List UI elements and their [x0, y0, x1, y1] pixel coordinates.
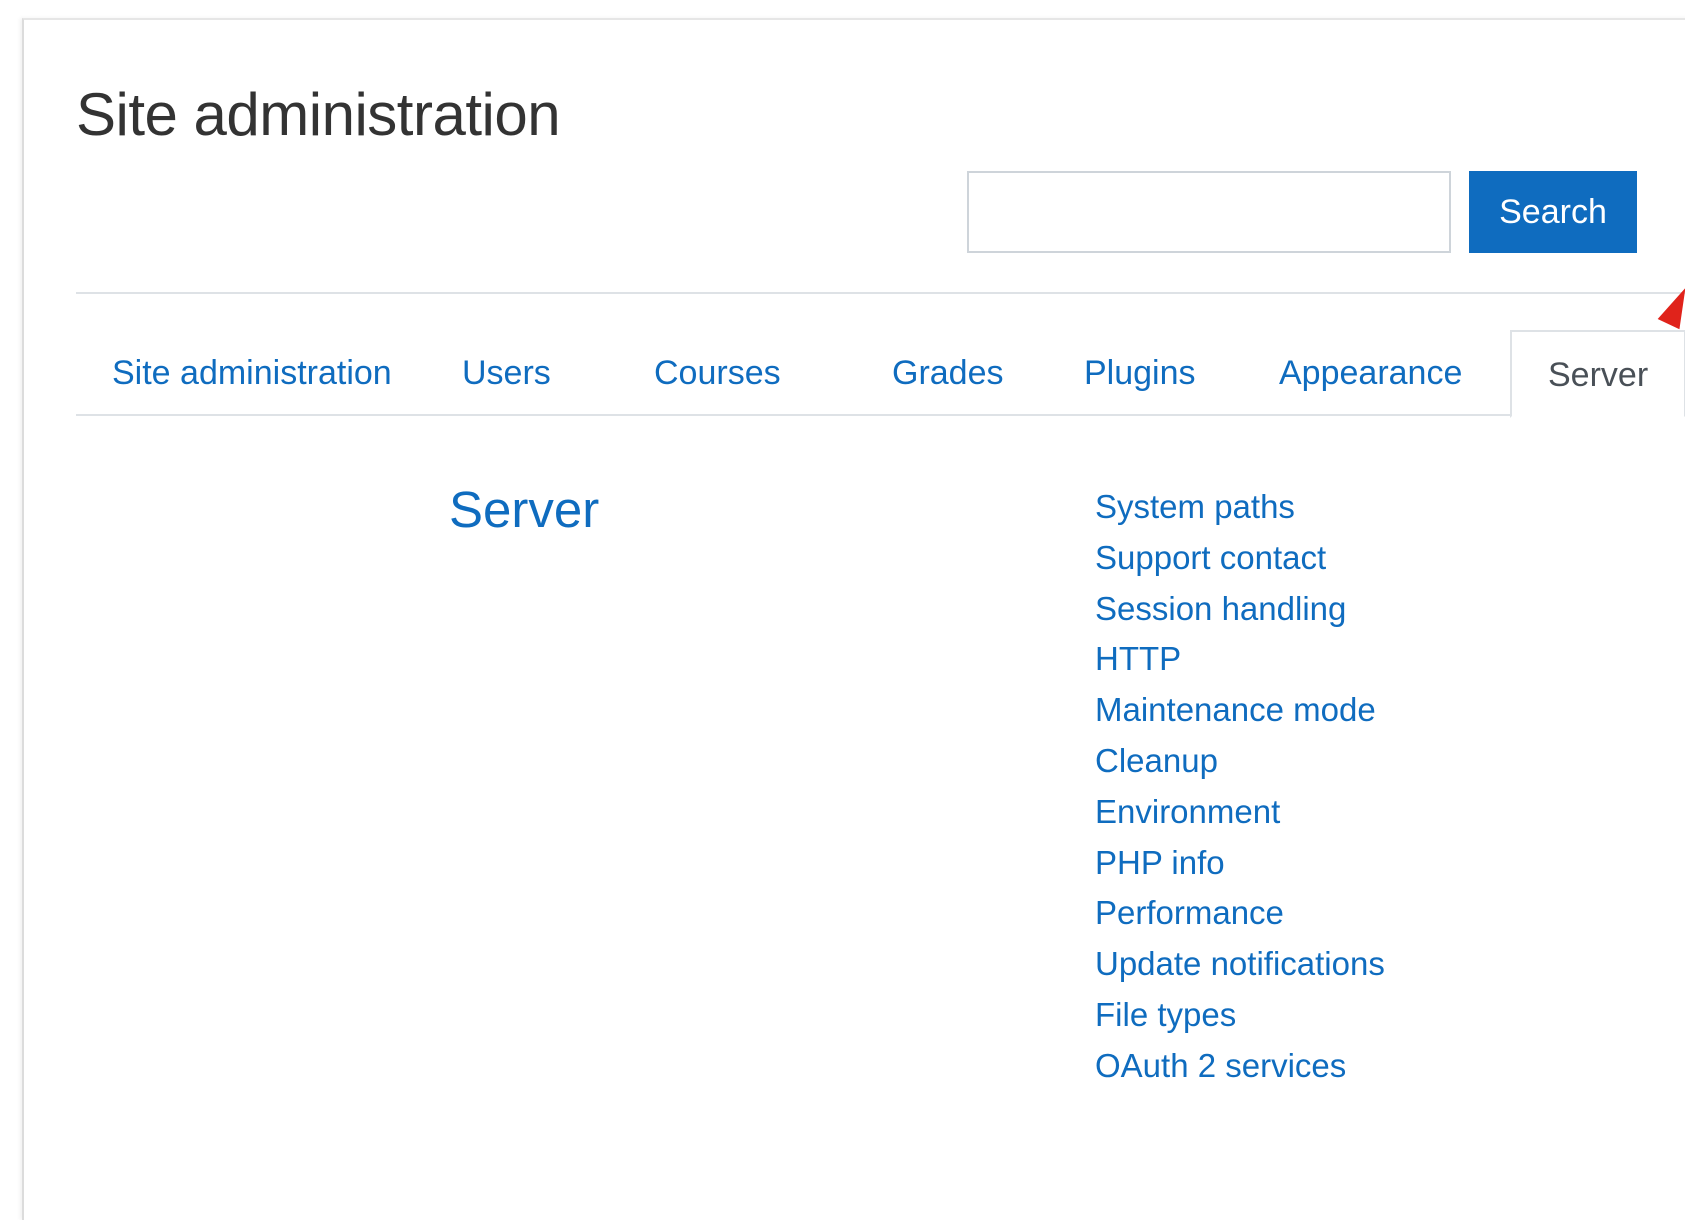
- link-session-handling[interactable]: Session handling: [1095, 584, 1385, 635]
- link-support-contact[interactable]: Support contact: [1095, 533, 1385, 584]
- link-system-paths[interactable]: System paths: [1095, 482, 1385, 533]
- search-input[interactable]: [967, 171, 1451, 253]
- link-http[interactable]: HTTP: [1095, 634, 1385, 685]
- tab-plugins[interactable]: Plugins: [1084, 330, 1196, 416]
- link-php-info[interactable]: PHP info: [1095, 838, 1385, 889]
- header-divider: [76, 292, 1685, 294]
- tab-grades[interactable]: Grades: [892, 330, 1004, 416]
- admin-tabs: Site administration Users Courses Grades…: [76, 330, 1685, 418]
- tab-appearance[interactable]: Appearance: [1279, 330, 1462, 416]
- link-cleanup[interactable]: Cleanup: [1095, 736, 1385, 787]
- link-update-notifications[interactable]: Update notifications: [1095, 939, 1385, 990]
- server-links-list: System paths Support contact Session han…: [1095, 482, 1385, 1092]
- search-button[interactable]: Search: [1469, 171, 1637, 253]
- tab-server[interactable]: Server: [1510, 330, 1685, 418]
- page-title: Site administration: [76, 81, 561, 148]
- section-heading-server[interactable]: Server: [449, 480, 599, 539]
- link-performance[interactable]: Performance: [1095, 888, 1385, 939]
- tab-users[interactable]: Users: [462, 330, 551, 416]
- link-file-types[interactable]: File types: [1095, 990, 1385, 1041]
- link-environment[interactable]: Environment: [1095, 787, 1385, 838]
- page-container: Site administration Search Site administ…: [22, 18, 1685, 1220]
- tab-courses[interactable]: Courses: [654, 330, 781, 416]
- link-maintenance-mode[interactable]: Maintenance mode: [1095, 685, 1385, 736]
- link-oauth2-services[interactable]: OAuth 2 services: [1095, 1041, 1385, 1092]
- tab-site-administration[interactable]: Site administration: [112, 330, 392, 416]
